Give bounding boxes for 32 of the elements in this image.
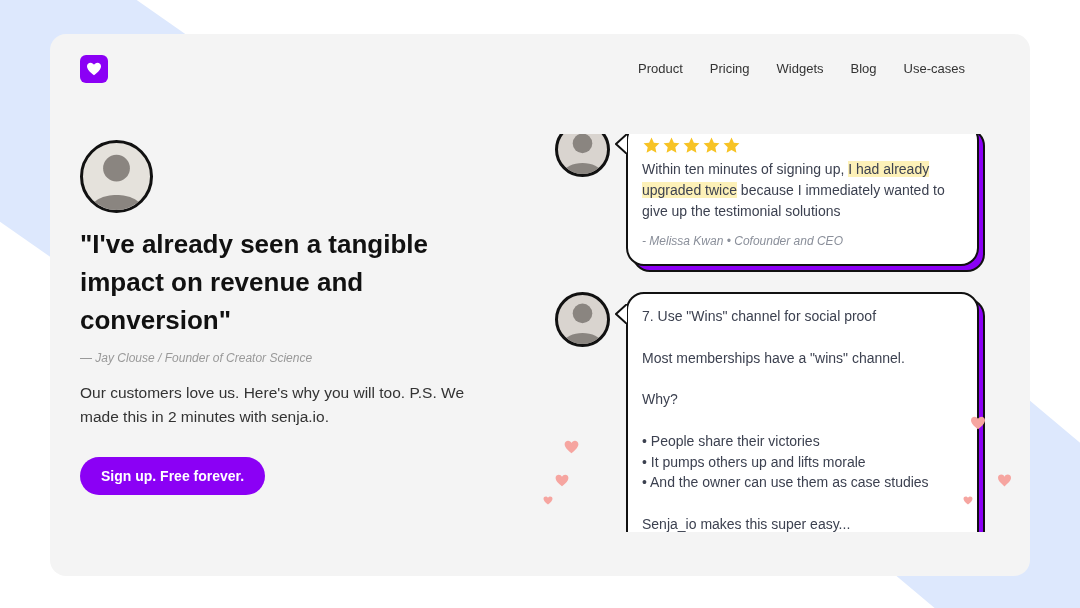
testimonial-text: Within ten minutes of signing up, I had already upgraded twice because I immediately wanted to give up the testimonial solutions	[642, 160, 946, 221]
heart-icon	[564, 440, 579, 454]
avatar	[555, 292, 610, 347]
nav-link[interactable]: Use-cases	[903, 59, 965, 79]
nav-link[interactable]: Blog	[850, 59, 877, 79]
heart-icon	[963, 496, 973, 505]
hero-quote: "I've already seen a tangible impact on revenue and conversion"	[80, 228, 429, 337]
testimonial-text: Why?	[642, 390, 679, 410]
star-icon	[722, 136, 741, 155]
heart-icon	[997, 474, 1012, 487]
testimonial-text: Senja_io makes this super easy...	[642, 514, 852, 532]
testimonial-text: 7. Use "Wins" channel for social proof	[642, 307, 878, 326]
testimonial-text: • People share their victories	[642, 431, 821, 451]
testimonial-text: • And the owner can use them as case studies	[642, 473, 930, 493]
nav-link[interactable]: Pricing	[709, 59, 750, 79]
avatar	[555, 134, 610, 177]
star-icon	[682, 136, 701, 155]
star-icon	[642, 136, 661, 155]
nav-link[interactable]: Widgets	[776, 59, 824, 79]
signup-button[interactable]: Sign up. Free forever.	[80, 457, 266, 495]
heart-icon	[970, 416, 986, 430]
logo-icon[interactable]	[80, 55, 108, 83]
star-icon	[662, 136, 681, 155]
testimonial-author: - Melissa Kwan • Cofounder and CEO	[642, 233, 844, 250]
quote-attribution: — Jay Clouse / Founder of Creator Science	[80, 350, 313, 367]
heart-icon	[543, 496, 553, 505]
hero-description: Our customers love us. Here's why you will too. P.S. We made this in 2 minutes with senja.io.	[80, 383, 465, 427]
testimonial-text: Most memberships have a "wins" channel.	[642, 348, 906, 368]
star-icon	[702, 136, 721, 155]
nav-link[interactable]: Product	[638, 59, 683, 79]
heart-icon	[555, 474, 569, 487]
testimonial-text: • It pumps others up and lifts morale	[642, 452, 867, 472]
